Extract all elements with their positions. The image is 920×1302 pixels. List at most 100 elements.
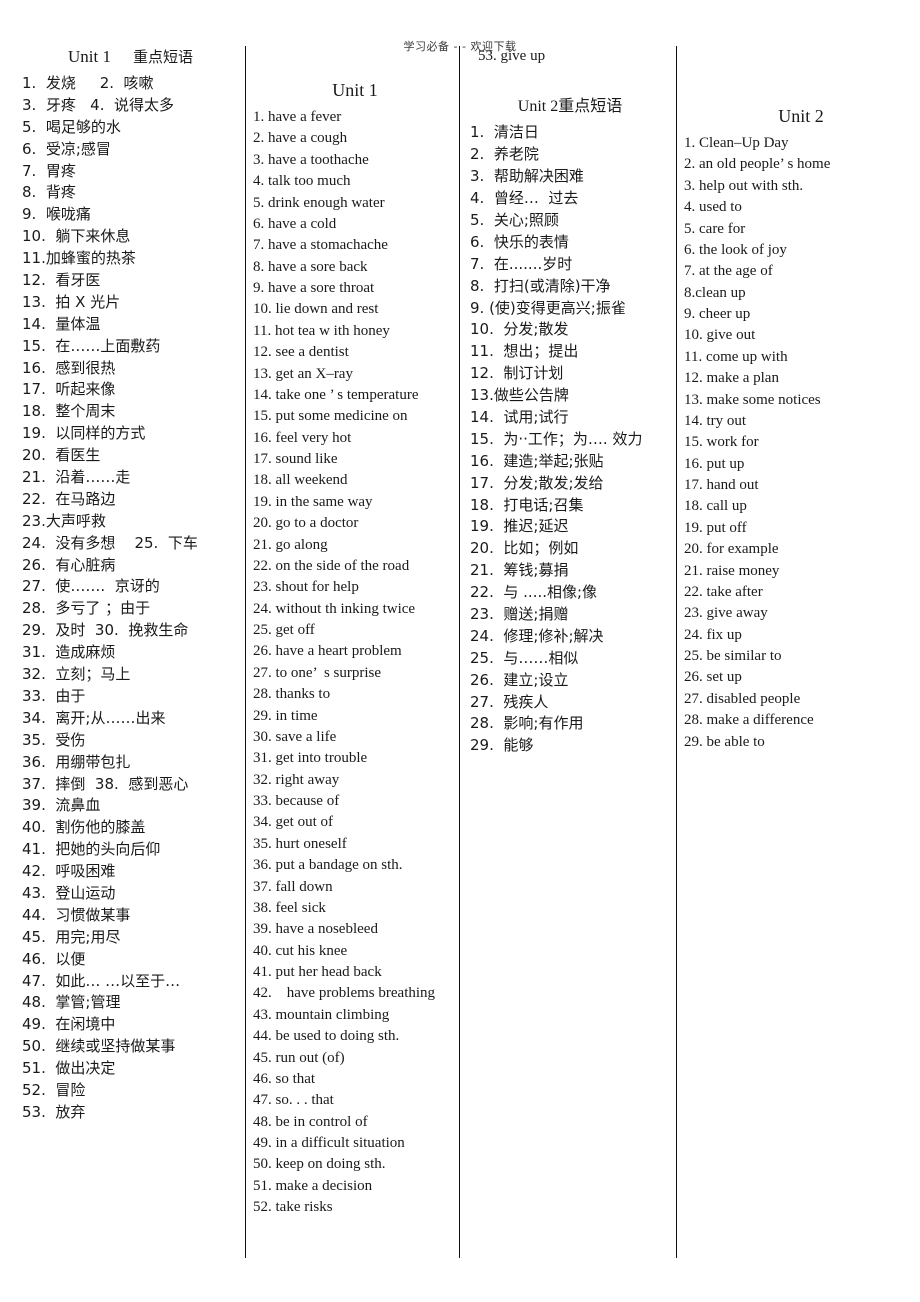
phrase-item: 3. 帮助解决困难 (470, 167, 584, 186)
phrase-item: 10. lie down and rest (253, 301, 379, 318)
phrase-item: 14. 试用;试行 (470, 407, 569, 426)
column-3-title: Unit 2 (517, 98, 559, 116)
phrase-item: 7. have a stomachache (253, 237, 388, 254)
column-unit2-english: Unit 2 1. Clean–Up Day 2. an old people’ … (684, 46, 918, 753)
column-1-title: Unit 1 (68, 47, 111, 66)
phrase-item: 5. care for (684, 220, 746, 237)
phrase-item: 37. 摔倒 38. 感到恶心 (22, 774, 189, 793)
phrase-item: 9. 喉咙痛 (22, 205, 91, 224)
phrase-item: 25. 与……相似 (470, 648, 579, 667)
phrase-item: 20. for example (684, 541, 779, 558)
phrase-item: 19. in the same way (253, 493, 373, 510)
phrase-item: 47. so. . . that (253, 1092, 334, 1109)
phrase-item: 48. 掌管;管理 (22, 993, 121, 1012)
phrase-item: 29. 能够 (470, 736, 534, 755)
phrase-item: 33. 由于 (22, 686, 86, 705)
phrase-item: 39. 流鼻血 (22, 796, 101, 815)
phrase-item: 43. 登山运动 (22, 883, 116, 902)
phrase-item: 18. call up (684, 498, 747, 515)
phrase-item: 2. 养老院 (470, 145, 539, 164)
phrase-item: 18. 整个周末 (22, 402, 116, 421)
phrase-item: 2. have a cough (253, 130, 348, 147)
phrase-item: 12. make a plan (684, 370, 779, 387)
phrase-item: 26. 建立;设立 (470, 670, 569, 689)
phrase-item: 8.clean up (684, 284, 746, 301)
phrase-item: 42. have problems breathing (253, 985, 436, 1002)
phrase-list-unit2-english: 1. Clean–Up Day 2. an old people’ s home 3… (684, 133, 918, 753)
phrase-item: 1. Clean–Up Day (684, 135, 789, 151)
phrase-list-unit1-english: 1. have a fever 2. have a cough 3. have a … (253, 107, 457, 1219)
phrase-item: 15. 在……上面敷药 (22, 336, 161, 355)
phrase-item: 37. fall down (253, 878, 333, 895)
phrase-item: 17. 分发;散发;发给 (470, 473, 604, 492)
phrase-item: 35. hurt oneself (253, 835, 347, 852)
phrase-item: 12. 看牙医 (22, 271, 101, 290)
column-unit1-english: Unit 1 1. have a fever 2. have a cough 3. … (253, 46, 457, 1219)
phrase-item: 6. 受凉;感冒 (22, 139, 111, 158)
phrase-item: 35. 受伤 (22, 730, 86, 749)
phrase-item: 24. without th inking twice (253, 600, 416, 617)
phrase-item: 20. go to a doctor (253, 515, 359, 532)
phrase-item: 4. used to (684, 199, 742, 216)
phrase-item: 5. 喝足够的水 (22, 117, 121, 136)
phrase-item: 29. in time (253, 707, 318, 724)
phrase-item: 28. make a difference (684, 712, 814, 729)
phrase-item: 24. 没有多想 25. 下车 (22, 533, 198, 552)
phrase-item: 30. save a life (253, 728, 337, 745)
phrase-item: 41. 把她的头向后仰 (22, 840, 161, 859)
phrase-item: 24. fix up (684, 626, 742, 643)
phrase-item: 20. 比如；例如 (470, 539, 579, 558)
phrase-item: 44. 习惯做某事 (22, 905, 131, 924)
phrase-item: 15. put some medicine on (253, 408, 408, 425)
phrase-item: 40. 割伤他的膝盖 (22, 818, 146, 837)
phrase-item: 1. 发烧 2. 咳嗽 (22, 74, 154, 92)
phrase-item: 17. hand out (684, 477, 759, 493)
column-divider-2 (459, 46, 460, 1258)
phrase-item: 18. all weekend (253, 472, 348, 489)
phrase-item: 13.做些公告牌 (470, 386, 569, 405)
phrase-item: 11. 想出；提出 (470, 342, 579, 361)
phrase-item: 27. 残疾人 (470, 692, 549, 711)
phrase-item: 9. cheer up (684, 306, 751, 322)
phrase-item: 18. 打电话;召集 (470, 495, 584, 514)
phrase-item: 45. 用完;用尽 (22, 927, 121, 946)
phrase-item: 19. 推迟;延迟 (470, 517, 569, 536)
phrase-item: 16. 感到很热 (22, 358, 116, 377)
phrase-item: 27. to one’ s surprise (253, 664, 382, 681)
column-4-top-spacer (684, 46, 918, 106)
phrase-item: 9. (使)变得更高兴;振雀 (470, 298, 626, 317)
phrase-item: 44. be used to doing sth. (253, 1028, 400, 1045)
column-unit1-chinese: Unit 1 重点短语 1. 发烧 2. 咳嗽 3. 牙疼 4. 说得太多 5. 喝足… (18, 46, 243, 1124)
phrase-item: 52. take risks (253, 1199, 333, 1216)
phrase-item: 51. 做出决定 (22, 1059, 116, 1078)
phrase-item: 53. 放弃 (22, 1102, 86, 1121)
phrase-item: 11.加蜂蜜的热茶 (22, 249, 136, 268)
phrase-item: 26. 有心脏病 (22, 555, 116, 574)
phrase-item: 6. 快乐的表情 (470, 232, 569, 251)
phrase-item: 21. 筹钱;募捐 (470, 561, 569, 580)
phrase-item: 9. have a sore throat (253, 280, 375, 296)
phrase-item: 14. take one ’ s temperature (253, 386, 419, 403)
phrase-list-unit1-chinese: 1. 发烧 2. 咳嗽 3. 牙疼 4. 说得太多 5. 喝足够的水 6. 受凉;感冒… (18, 73, 243, 1124)
phrase-item: 22. 在马路边 (22, 489, 116, 508)
phrase-item: 19. 以同样的方式 (22, 424, 146, 443)
phrase-item: 36. 用绷带包扎 (22, 752, 131, 771)
phrase-item: 8. have a sore back (253, 258, 368, 275)
phrase-item: 11. come up with (684, 348, 788, 365)
phrase-item: 7. 胃疼 (22, 161, 76, 180)
phrase-item: 1. 清洁日 (470, 123, 539, 142)
column-1-subtitle: 重点短语 (132, 48, 193, 66)
phrase-list-unit2-chinese: 1. 清洁日 2. 养老院 3. 帮助解决困难 4. 曾经… 过去 5. 关心;照顾 6.… (466, 122, 674, 757)
phrase-item: 23. 赠送;捐赠 (470, 604, 569, 623)
phrase-item: 36. put a bandage on sth. (253, 857, 403, 874)
phrase-sheet: Unit 1 重点短语 1. 发烧 2. 咳嗽 3. 牙疼 4. 说得太多 5. 喝足… (0, 46, 920, 1258)
phrase-item: 7. 在.......岁时 (470, 254, 573, 273)
phrase-item: 23. give away (684, 605, 768, 622)
phrase-item: 47. 如此… …以至于… (22, 971, 181, 990)
phrase-item: 3. have a toothache (253, 151, 369, 168)
phrase-item: 42. 呼吸困难 (22, 862, 116, 881)
phrase-item: 50. 继续或坚持做某事 (22, 1037, 176, 1056)
phrase-item: 38. feel sick (253, 899, 326, 916)
phrase-item: 28. 多亏了 ；由于 (22, 599, 151, 618)
phrase-item: 8. 打扫(或清除)干净 (470, 276, 611, 295)
